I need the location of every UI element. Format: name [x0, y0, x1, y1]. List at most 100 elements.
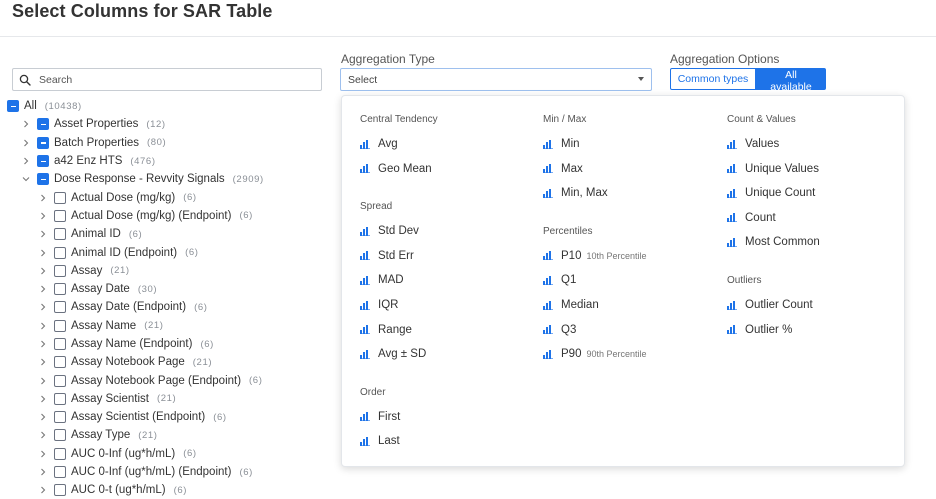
- option-last[interactable]: Last: [360, 435, 400, 447]
- tree-row[interactable]: Asset Properties (12): [0, 115, 330, 133]
- aggregation-type-select[interactable]: Select: [340, 68, 652, 91]
- option-avg-sd[interactable]: Avg ± SD: [360, 348, 426, 360]
- option-q1[interactable]: Q1: [543, 274, 576, 286]
- caret-down-icon: [638, 77, 644, 81]
- option-p90[interactable]: P90 90th Percentile: [543, 348, 647, 360]
- tree-row[interactable]: Actual Dose (mg/kg) (6): [0, 188, 330, 206]
- chevron-right-icon[interactable]: [38, 485, 48, 495]
- option-max[interactable]: Max: [543, 163, 583, 175]
- tree-checkbox[interactable]: [54, 447, 66, 460]
- tree-row[interactable]: Actual Dose (mg/kg) (Endpoint) (6): [0, 207, 330, 225]
- option-std-err[interactable]: Std Err: [360, 250, 414, 262]
- tree-row[interactable]: Assay Date (30): [0, 280, 330, 298]
- chevron-right-icon[interactable]: [38, 193, 48, 203]
- option-outlier-count[interactable]: Outlier Count: [727, 299, 813, 311]
- option-mad[interactable]: MAD: [360, 274, 404, 286]
- chevron-right-icon[interactable]: [38, 229, 48, 239]
- search-box[interactable]: [12, 68, 322, 91]
- chevron-right-icon[interactable]: [21, 156, 31, 166]
- option-count[interactable]: Count: [727, 212, 776, 224]
- tree-checkbox[interactable]: [37, 155, 49, 168]
- tree-row[interactable]: Assay Type (21): [0, 426, 330, 444]
- tree-checkbox[interactable]: [54, 429, 66, 442]
- tree-row[interactable]: Assay Notebook Page (Endpoint) (6): [0, 371, 330, 389]
- tree-checkbox[interactable]: [54, 411, 66, 424]
- tree-row[interactable]: Batch Properties (80): [0, 134, 330, 152]
- option-std-dev[interactable]: Std Dev: [360, 225, 419, 237]
- tree-checkbox[interactable]: [54, 356, 66, 369]
- chevron-right-icon[interactable]: [38, 394, 48, 404]
- tree-label: a42 Enz HTS: [54, 155, 123, 168]
- chevron-right-icon[interactable]: [21, 138, 31, 148]
- tree-row[interactable]: Assay Date (Endpoint) (6): [0, 298, 330, 316]
- tree-checkbox[interactable]: [54, 319, 66, 332]
- tree-row[interactable]: a42 Enz HTS (476): [0, 152, 330, 170]
- tree-checkbox[interactable]: [54, 338, 66, 350]
- tree-checkbox[interactable]: [54, 209, 66, 222]
- tree-row[interactable]: Assay (21): [0, 262, 330, 280]
- option-values[interactable]: Values: [727, 138, 779, 150]
- tree-checkbox[interactable]: [37, 173, 49, 186]
- tree-count: (6): [213, 411, 227, 423]
- chevron-right-icon[interactable]: [38, 376, 48, 386]
- chevron-right-icon[interactable]: [38, 211, 48, 221]
- tree-row[interactable]: Animal ID (6): [0, 225, 330, 243]
- option-geo-mean[interactable]: Geo Mean: [360, 163, 432, 175]
- option-min-max[interactable]: Min, Max: [543, 187, 608, 199]
- tree-row[interactable]: Assay Name (21): [0, 317, 330, 335]
- option-range[interactable]: Range: [360, 324, 412, 336]
- option-avg[interactable]: Avg: [360, 138, 398, 150]
- tree-row[interactable]: Dose Response - Revvity Signals (2909): [0, 170, 330, 188]
- option-outlier[interactable]: Outlier %: [727, 324, 792, 336]
- tree-checkbox[interactable]: [37, 136, 49, 149]
- tree-checkbox[interactable]: [54, 484, 66, 497]
- tree-checkbox[interactable]: [54, 228, 66, 241]
- tree-checkbox[interactable]: [54, 283, 66, 296]
- tree-checkbox[interactable]: [54, 392, 66, 405]
- chevron-down-icon[interactable]: [21, 174, 31, 184]
- chevron-right-icon[interactable]: [38, 302, 48, 312]
- option-unique-values[interactable]: Unique Values: [727, 163, 819, 175]
- search-input[interactable]: [39, 70, 317, 89]
- tree-row[interactable]: Assay Scientist (Endpoint) (6): [0, 408, 330, 426]
- tree-checkbox[interactable]: [54, 466, 66, 479]
- bar-chart-icon: [727, 325, 737, 335]
- option-p10[interactable]: P10 10th Percentile: [543, 250, 647, 262]
- option-first[interactable]: First: [360, 411, 400, 423]
- tree-row[interactable]: Assay Notebook Page (21): [0, 353, 330, 371]
- tree-row[interactable]: Assay Name (Endpoint) (6): [0, 335, 330, 353]
- option-median[interactable]: Median: [543, 299, 599, 311]
- all-available-button[interactable]: All available: [756, 68, 826, 93]
- tree-checkbox[interactable]: [54, 191, 66, 204]
- chevron-right-icon[interactable]: [38, 248, 48, 258]
- chevron-right-icon[interactable]: [38, 357, 48, 367]
- tree-checkbox[interactable]: [54, 246, 66, 259]
- tree-checkbox[interactable]: [54, 264, 66, 277]
- chevron-right-icon[interactable]: [21, 119, 31, 129]
- tree-checkbox[interactable]: [7, 100, 19, 113]
- tree-row[interactable]: Assay Scientist (21): [0, 390, 330, 408]
- tree-checkbox[interactable]: [54, 374, 66, 387]
- option-min[interactable]: Min: [543, 138, 580, 150]
- chevron-right-icon[interactable]: [38, 430, 48, 440]
- chevron-right-icon[interactable]: [38, 412, 48, 422]
- tree-row[interactable]: All (10438): [0, 97, 330, 115]
- tree-row[interactable]: AUC 0-Inf (ug*h/mL) (6): [0, 445, 330, 463]
- chevron-right-icon[interactable]: [38, 321, 48, 331]
- option-q3[interactable]: Q3: [543, 324, 576, 336]
- tree-checkbox[interactable]: [37, 118, 49, 131]
- tree-row[interactable]: AUC 0-t (ug*h/mL) (6): [0, 481, 330, 499]
- tree-row[interactable]: AUC 0-Inf (ug*h/mL) (Endpoint) (6): [0, 463, 330, 481]
- option-iqr[interactable]: IQR: [360, 299, 398, 311]
- chevron-right-icon[interactable]: [38, 449, 48, 459]
- chevron-right-icon[interactable]: [38, 284, 48, 294]
- chevron-right-icon[interactable]: [38, 339, 48, 349]
- chevron-right-icon[interactable]: [38, 467, 48, 477]
- option-unique-count[interactable]: Unique Count: [727, 187, 815, 199]
- tree-row[interactable]: Animal ID (Endpoint) (6): [0, 243, 330, 261]
- option-label: Geo Mean: [378, 162, 432, 175]
- option-most-common[interactable]: Most Common: [727, 236, 820, 248]
- tree-checkbox[interactable]: [54, 301, 66, 314]
- common-types-button[interactable]: Common types: [670, 68, 756, 90]
- chevron-right-icon[interactable]: [38, 266, 48, 276]
